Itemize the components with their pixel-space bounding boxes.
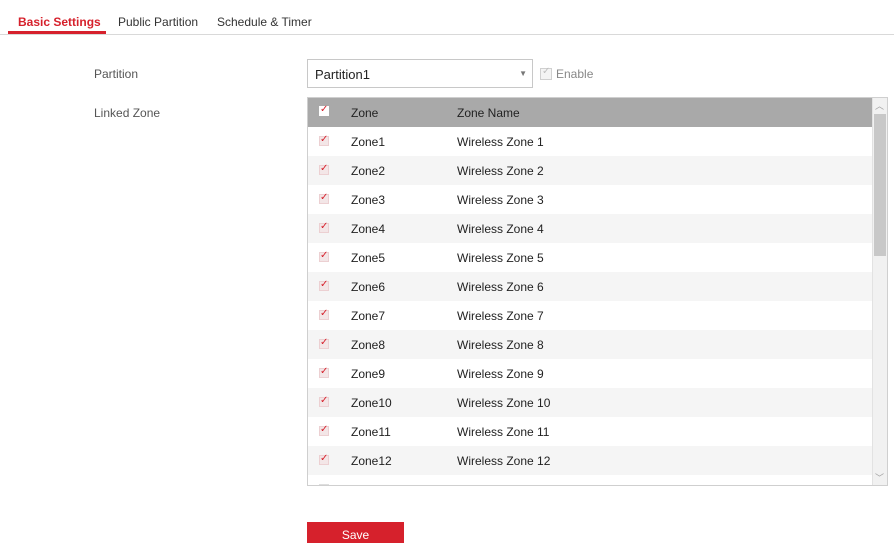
- row-checkbox[interactable]: ✓: [319, 279, 329, 291]
- table-row: ✓ Zone12 Wireless Zone 12: [308, 446, 873, 475]
- zone-cell: Zone9: [351, 367, 386, 381]
- zone-cell: Zone3: [351, 193, 386, 207]
- zone-name-cell: Wireless Zone 2: [457, 164, 544, 178]
- active-tab-indicator: [8, 31, 106, 34]
- table-row: ✓ Zone10 Wireless Zone 10: [308, 388, 873, 417]
- table-row: ✓ Zone6 Wireless Zone 6: [308, 272, 873, 301]
- enable-checkbox[interactable]: ✓: [540, 66, 552, 80]
- partition-select[interactable]: Partition1 ▼: [307, 59, 533, 88]
- zone-cell: Zone10: [351, 396, 392, 410]
- zone-name-cell: Wireless Zone 5: [457, 251, 544, 265]
- row-checkbox[interactable]: ✓: [319, 221, 329, 233]
- check-icon: ✓: [320, 424, 329, 435]
- zone-cell: Zone11: [351, 425, 391, 439]
- zone-name-cell: Wireless Zone 12: [457, 454, 551, 468]
- zone-name-cell: Wireless Zone 4: [457, 222, 544, 236]
- zone-cell: Zone1: [351, 135, 386, 149]
- tab-bar: Basic Settings Public Partition Schedule…: [0, 0, 894, 35]
- chevron-down-icon[interactable]: ﹀: [875, 471, 884, 484]
- row-checkbox[interactable]: [319, 484, 329, 485]
- table-row-partial: [308, 475, 873, 485]
- check-icon: ✓: [320, 279, 329, 290]
- scrollbar-thumb[interactable]: [874, 114, 886, 256]
- zone-name-cell: Wireless Zone 8: [457, 338, 544, 352]
- zone-cell: Zone4: [351, 222, 386, 236]
- partition-label: Partition: [94, 67, 139, 81]
- check-icon: ✓: [320, 308, 329, 319]
- check-icon: ✓: [320, 192, 329, 203]
- zone-cell: Zone2: [351, 164, 386, 178]
- table-row: ✓ Zone7 Wireless Zone 7: [308, 301, 873, 330]
- column-header-zone-name: Zone Name: [457, 106, 520, 120]
- check-icon: ✓: [542, 66, 551, 77]
- check-icon: ✓: [320, 250, 329, 261]
- row-checkbox[interactable]: ✓: [319, 453, 329, 465]
- table-row: ✓ Zone3 Wireless Zone 3: [308, 185, 873, 214]
- check-icon: ✓: [320, 395, 329, 406]
- row-checkbox[interactable]: ✓: [319, 192, 329, 204]
- table-row: ✓ Zone9 Wireless Zone 9: [308, 359, 873, 388]
- row-checkbox[interactable]: ✓: [319, 424, 329, 436]
- check-icon: ✓: [320, 163, 329, 174]
- table-header: ✓ Zone Zone Name: [308, 98, 873, 127]
- table-body: ✓ Zone1 Wireless Zone 1 ✓ Zone2 Wireless…: [308, 127, 873, 485]
- check-icon: ✓: [320, 134, 329, 145]
- row-checkbox[interactable]: ✓: [319, 134, 329, 146]
- zone-name-cell: Wireless Zone 10: [457, 396, 551, 410]
- save-button[interactable]: Save: [307, 522, 404, 543]
- zone-name-cell: Wireless Zone 7: [457, 309, 544, 323]
- table-row: ✓ Zone5 Wireless Zone 5: [308, 243, 873, 272]
- table-row: ✓ Zone2 Wireless Zone 2: [308, 156, 873, 185]
- zone-cell: Zone8: [351, 338, 386, 352]
- column-header-zone: Zone: [351, 106, 379, 120]
- row-checkbox[interactable]: ✓: [319, 395, 329, 407]
- table-row: ✓ Zone8 Wireless Zone 8: [308, 330, 873, 359]
- check-icon: ✓: [320, 337, 329, 348]
- chevron-down-icon: ▼: [519, 69, 527, 78]
- zone-name-cell: Wireless Zone 3: [457, 193, 544, 207]
- zone-cell: Zone7: [351, 309, 386, 323]
- zone-cell: Zone6: [351, 280, 386, 294]
- zone-cell: Zone5: [351, 251, 386, 265]
- enable-label: Enable: [556, 67, 594, 81]
- row-checkbox[interactable]: ✓: [319, 337, 329, 349]
- check-icon: ✓: [320, 104, 329, 115]
- zone-cell: Zone12: [351, 454, 392, 468]
- zone-name-cell: Wireless Zone 6: [457, 280, 544, 294]
- row-checkbox[interactable]: ✓: [319, 163, 329, 175]
- zone-table: ✓ Zone Zone Name ✓ Zone1 Wireless Zone 1…: [307, 97, 888, 486]
- tab-public-partition[interactable]: Public Partition: [118, 15, 198, 29]
- tab-schedule-timer[interactable]: Schedule & Timer: [217, 15, 312, 29]
- table-row: ✓ Zone4 Wireless Zone 4: [308, 214, 873, 243]
- chevron-up-icon[interactable]: ︿: [875, 99, 884, 112]
- zone-name-cell: Wireless Zone 11: [457, 425, 550, 439]
- table-row: ✓ Zone1 Wireless Zone 1: [308, 127, 873, 156]
- zone-name-cell: Wireless Zone 9: [457, 367, 544, 381]
- row-checkbox[interactable]: ✓: [319, 308, 329, 320]
- linked-zone-label: Linked Zone: [94, 106, 161, 120]
- check-icon: ✓: [320, 453, 329, 464]
- check-icon: ✓: [320, 366, 329, 377]
- table-row: ✓ Zone11 Wireless Zone 11: [308, 417, 873, 446]
- partition-select-value: Partition1: [315, 67, 370, 82]
- table-scrollbar[interactable]: ︿ ﹀: [872, 98, 887, 485]
- check-icon: ✓: [320, 221, 329, 232]
- row-checkbox[interactable]: ✓: [319, 366, 329, 378]
- select-all-checkbox[interactable]: ✓: [319, 104, 329, 116]
- row-checkbox[interactable]: ✓: [319, 250, 329, 262]
- zone-name-cell: Wireless Zone 1: [457, 135, 544, 149]
- tab-basic-settings[interactable]: Basic Settings: [18, 15, 101, 29]
